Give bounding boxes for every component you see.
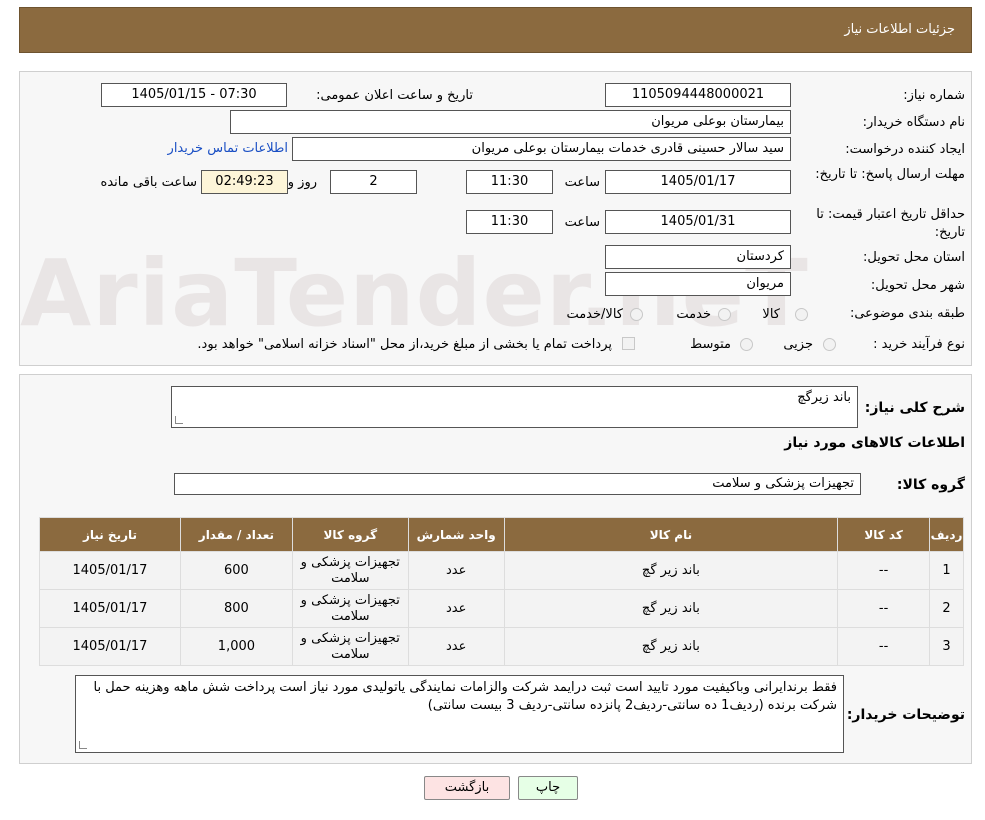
cell-unit: عدد: [407, 627, 505, 666]
process-option-medium: متوسط: [690, 337, 731, 352]
send-time-field: 11:30: [466, 170, 553, 194]
print-button[interactable]: چاپ: [518, 776, 578, 800]
cell-goods-group: تجهیزات پزشکی و سلامت: [291, 551, 409, 590]
process-label: نوع فرآیند خرید :: [873, 337, 965, 352]
goods-group-label: گروه کالا:: [896, 477, 965, 493]
buyer-notes-textarea[interactable]: فقط برندایرانی وباکیفیت مورد تایید است ث…: [75, 675, 844, 753]
table-row: 3 -- باند زیر گچ عدد تجهیزات پزشکی و سلا…: [39, 627, 964, 666]
requester-label: ایجاد کننده درخواست:: [845, 142, 965, 157]
city-label: شهر محل تحویل:: [870, 278, 965, 293]
col-header-goods-name: نام کالا: [503, 517, 839, 552]
cell-goods-group: تجهیزات پزشکی و سلامت: [291, 589, 409, 628]
days-field: 2: [330, 170, 417, 194]
process-option-minor: جزیی: [783, 337, 813, 352]
cell-unit: عدد: [407, 589, 505, 628]
announce-label: تاریخ و ساعت اعلان عمومی:: [316, 88, 473, 103]
cell-need-date: 1405/01/17: [39, 551, 181, 590]
send-deadline-label: مهلت ارسال پاسخ: تا تاریخ:: [815, 167, 965, 182]
category-option-service: خدمت: [676, 307, 711, 322]
category-radio-goods[interactable]: [795, 308, 808, 321]
need-number-field: 1105094448000021: [605, 83, 791, 107]
summary-textarea[interactable]: باند زیرگچ: [171, 386, 858, 428]
table-header-row: ردیف کد کالا نام کالا واحد شمارش گروه کا…: [39, 517, 964, 552]
category-option-goods: کالا: [762, 307, 780, 322]
resize-handle-icon[interactable]: [175, 416, 183, 424]
buyer-org-field: بیمارستان بوعلی مریوان: [230, 110, 791, 134]
send-time-label: ساعت: [564, 175, 600, 190]
treasury-payment-note: پرداخت تمام یا بخشی از مبلغ خرید،از محل …: [197, 337, 612, 352]
page-title: جزئیات اطلاعات نیاز: [844, 22, 955, 37]
announce-datetime-field: 1405/01/15 - 07:30: [101, 83, 287, 107]
col-header-unit: واحد شمارش: [407, 517, 505, 552]
back-button[interactable]: بازگشت: [424, 776, 510, 800]
cell-goods-name: باند زیر گچ: [503, 627, 839, 666]
category-label: طبقه بندی موضوعی:: [849, 306, 965, 321]
process-radio-medium[interactable]: [740, 338, 753, 351]
remaining-label: ساعت باقی مانده: [100, 175, 197, 190]
validity-time-field: 11:30: [466, 210, 553, 234]
cell-goods-code: --: [837, 551, 931, 590]
col-header-row-number: ردیف: [929, 517, 964, 552]
cell-need-date: 1405/01/17: [39, 589, 181, 628]
category-radio-goods-service[interactable]: [630, 308, 643, 321]
cell-goods-name: باند زیر گچ: [503, 589, 839, 628]
cell-goods-name: باند زیر گچ: [503, 551, 839, 590]
cell-need-date: 1405/01/17: [39, 627, 181, 666]
col-header-need-date: تاریخ نیاز: [39, 517, 181, 552]
validity-date-field: 1405/01/31: [605, 210, 791, 234]
city-field: مریوان: [605, 272, 791, 296]
process-radio-minor[interactable]: [823, 338, 836, 351]
items-table-wrapper: ردیف کد کالا نام کالا واحد شمارش گروه کا…: [39, 517, 964, 666]
buyer-notes-text: فقط برندایرانی وباکیفیت مورد تایید است ث…: [93, 680, 837, 713]
cell-quantity: 1,000: [179, 627, 293, 666]
goods-group-field: تجهیزات پزشکی و سلامت: [174, 473, 861, 495]
remaining-time-field: 02:49:23: [201, 170, 288, 194]
col-header-quantity: تعداد / مقدار: [179, 517, 293, 552]
cell-goods-group: تجهیزات پزشکی و سلامت: [291, 627, 409, 666]
col-header-goods-group: گروه کالا: [291, 517, 409, 552]
province-label: استان محل تحویل:: [863, 250, 965, 265]
validity-label: حداقل تاریخ اعتبار قیمت: تا تاریخ:: [816, 207, 965, 240]
cell-row-number: 3: [929, 627, 964, 666]
send-date-field: 1405/01/17: [605, 170, 791, 194]
validity-time-label: ساعت: [564, 215, 600, 230]
col-header-goods-code: کد کالا: [837, 517, 931, 552]
cell-row-number: 1: [929, 551, 964, 590]
resize-handle-icon[interactable]: [79, 741, 87, 749]
summary-label: شرح کلی نیاز:: [864, 400, 965, 416]
category-radio-service[interactable]: [718, 308, 731, 321]
cell-goods-code: --: [837, 627, 931, 666]
goods-info-title: اطلاعات کالاهای مورد نیاز: [784, 435, 965, 451]
buyer-org-label: نام دستگاه خریدار:: [862, 115, 965, 130]
days-label: روز و: [287, 175, 317, 190]
cell-unit: عدد: [407, 551, 505, 590]
table-row: 2 -- باند زیر گچ عدد تجهیزات پزشکی و سلا…: [39, 589, 964, 628]
buyer-contact-link[interactable]: اطلاعات تماس خریدار: [168, 141, 288, 156]
cell-quantity: 800: [179, 589, 293, 628]
treasury-payment-checkbox[interactable]: [622, 337, 635, 350]
items-table: ردیف کد کالا نام کالا واحد شمارش گروه کا…: [39, 517, 964, 666]
cell-goods-code: --: [837, 589, 931, 628]
category-option-goods-service: کالا/خدمت: [566, 307, 623, 322]
cell-row-number: 2: [929, 589, 964, 628]
cell-quantity: 600: [179, 551, 293, 590]
need-number-label: شماره نیاز:: [903, 88, 965, 103]
page-header: جزئیات اطلاعات نیاز: [19, 7, 972, 53]
buyer-notes-label: توضیحات خریدار:: [846, 707, 965, 723]
requester-field: سید سالار حسینی قادری خدمات بیمارستان بو…: [292, 137, 791, 161]
province-field: کردستان: [605, 245, 791, 269]
table-row: 1 -- باند زیر گچ عدد تجهیزات پزشکی و سلا…: [39, 551, 964, 590]
summary-text: باند زیرگچ: [797, 390, 851, 405]
